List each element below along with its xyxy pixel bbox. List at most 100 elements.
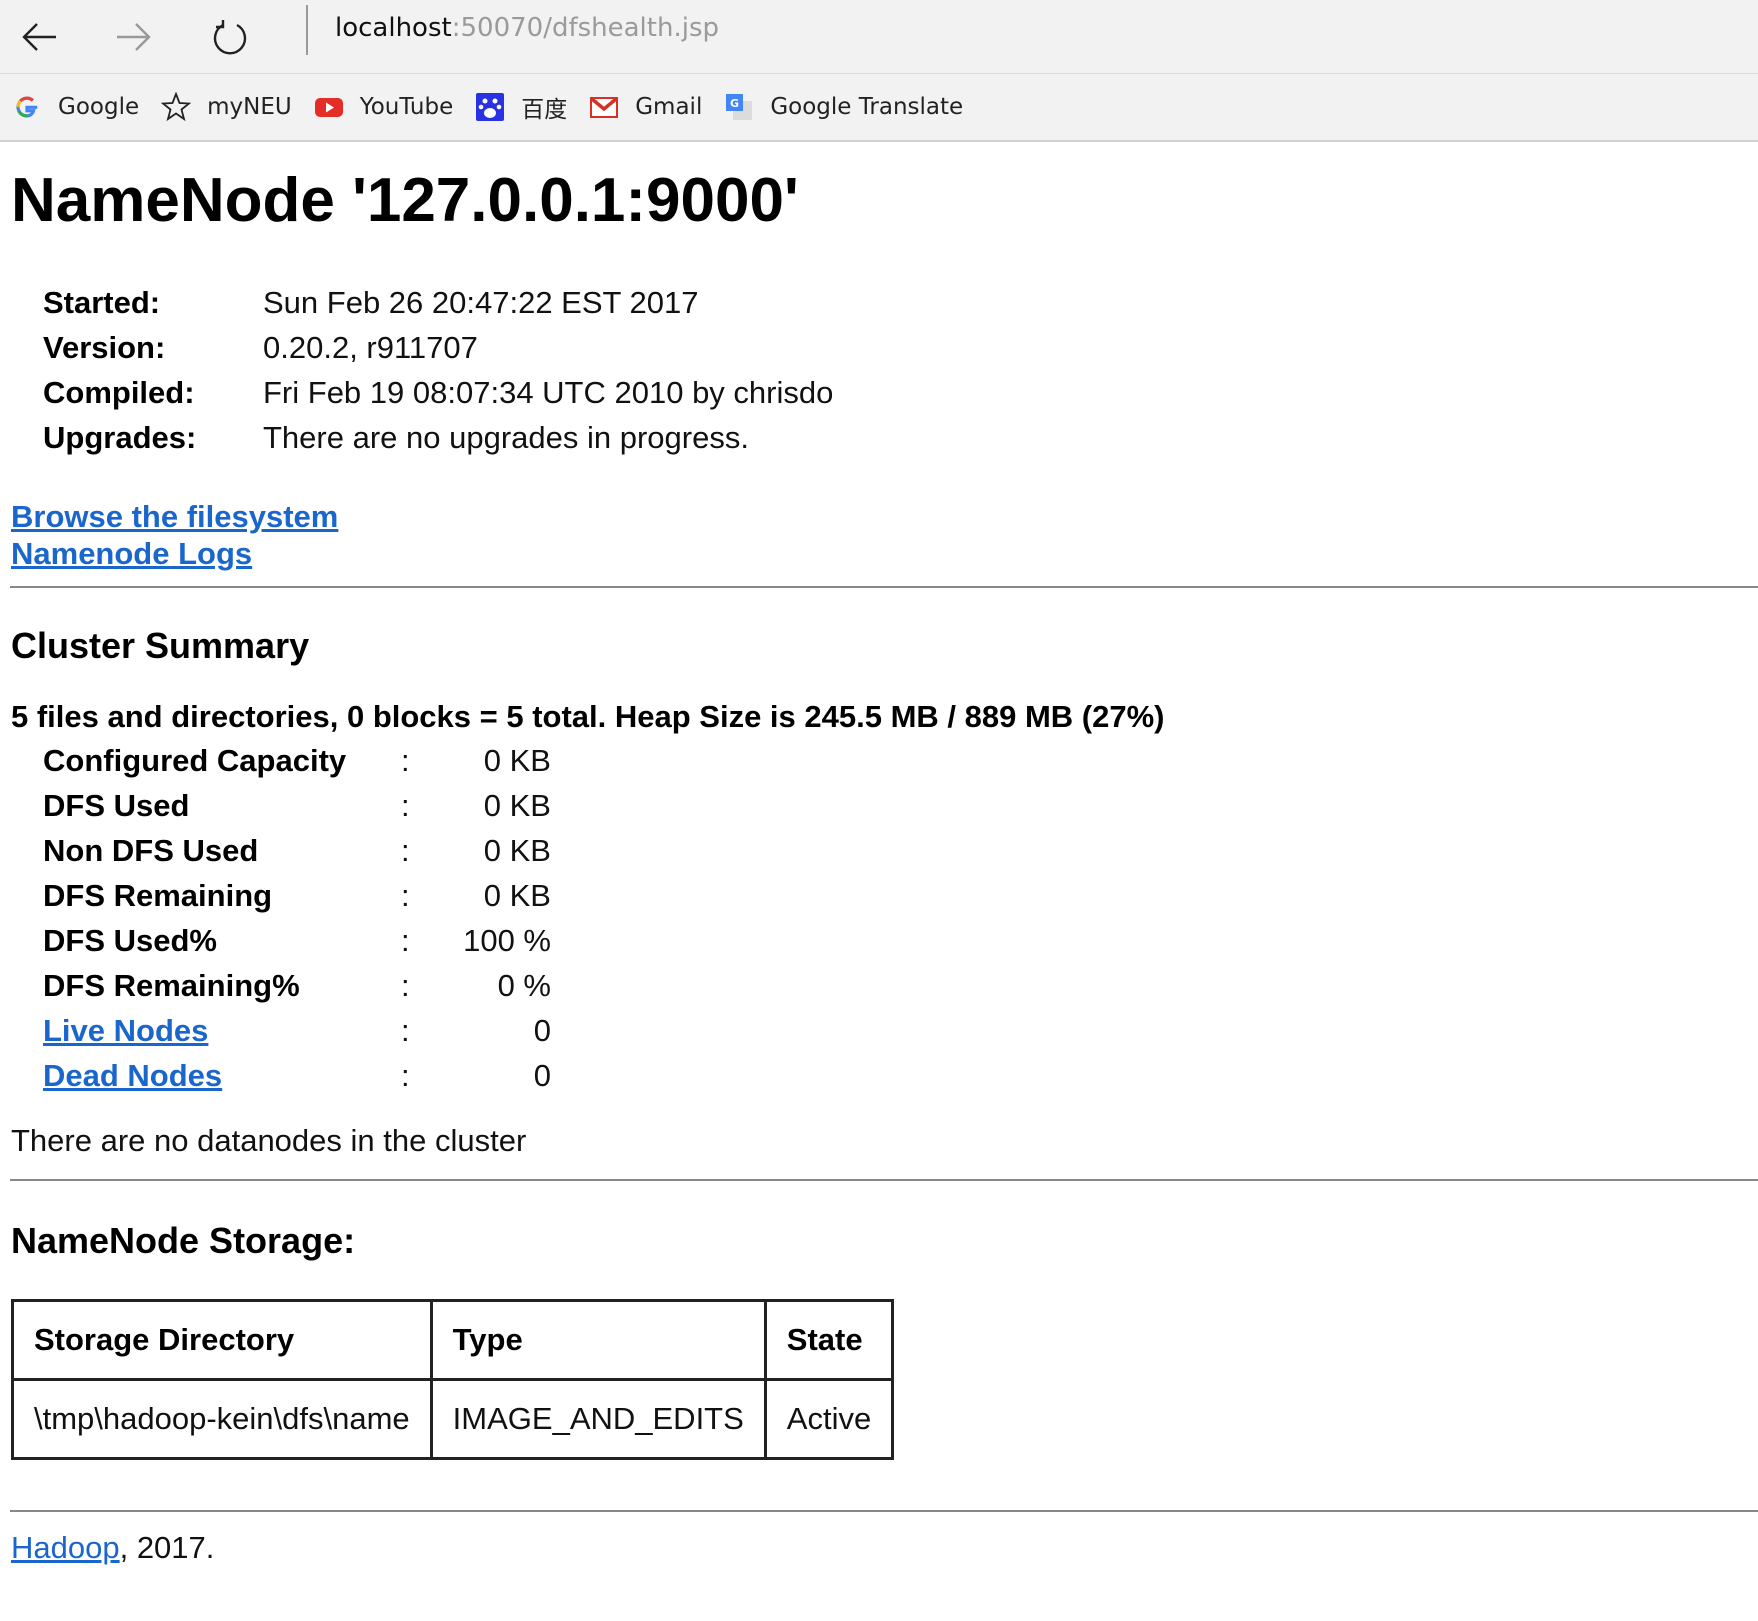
cluster-summary-line: 5 files and directories, 0 blocks = 5 to…: [11, 699, 1165, 734]
stat-value: 100 %: [463, 923, 551, 958]
live-nodes-link[interactable]: Live Nodes: [43, 1013, 208, 1048]
stat-value: 0 KB: [483, 788, 551, 823]
stat-value: 0: [533, 1013, 551, 1048]
address-bar[interactable]: localhost:50070/dfshealth.jsp: [335, 8, 1735, 48]
address-divider: [306, 5, 308, 55]
stat-key: Non DFS Used: [43, 833, 259, 868]
storage-state-cell: Active: [763, 1378, 895, 1460]
stat-key-link: Live Nodes: [43, 1008, 401, 1053]
bookmark-label: myNEU: [207, 94, 292, 120]
back-button[interactable]: [0, 0, 80, 73]
bookmarks-bar: Google myNEU YouTube 百度 Gmail G Google T…: [0, 74, 1758, 142]
dead-nodes-link[interactable]: Dead Nodes: [43, 1058, 222, 1093]
stat-value: 0 KB: [483, 833, 551, 868]
page-content: NameNode '127.0.0.1:9000' Started: Sun F…: [0, 142, 1758, 1568]
hadoop-link[interactable]: Hadoop: [11, 1530, 120, 1565]
bookmark-label: 百度: [521, 97, 568, 123]
stat-value: 0 %: [497, 968, 551, 1003]
column-header: Type: [429, 1299, 767, 1381]
baidu-icon: [475, 92, 505, 122]
stat-key: DFS Used%: [43, 923, 217, 958]
stat-key-link: Dead Nodes: [43, 1053, 401, 1098]
cluster-summary-heading: Cluster Summary: [11, 625, 310, 666]
column-header: State: [763, 1299, 895, 1381]
stat-row: Dead Nodes : 0: [43, 1053, 1758, 1098]
namenode-info: Started: Sun Feb 26 20:47:22 EST 2017 Ve…: [43, 280, 1758, 460]
stat-row: DFS Used : 0 KB: [43, 783, 1758, 828]
arrow-left-icon: [22, 22, 56, 51]
reload-button[interactable]: [190, 0, 270, 73]
stat-key: DFS Remaining%: [43, 968, 300, 1003]
stat-value: 0 KB: [483, 743, 551, 778]
bookmark-google[interactable]: Google: [12, 92, 139, 122]
no-datanodes-message: There are no datanodes in the cluster: [11, 1123, 527, 1158]
stat-separator: :: [401, 743, 410, 778]
stat-separator: :: [401, 878, 410, 913]
nav-links: Browse the filesystem Namenode Logs: [11, 498, 1758, 572]
browse-filesystem-link[interactable]: Browse the filesystem: [11, 499, 338, 534]
storage-table: Storage Directory Type State \tmp\hadoop…: [11, 1299, 895, 1460]
url-path: :50070/dfshealth.jsp: [451, 13, 719, 43]
stat-separator: :: [401, 833, 410, 868]
divider: [10, 1179, 1758, 1181]
forward-button[interactable]: [93, 0, 173, 73]
bookmark-label: YouTube: [359, 94, 454, 120]
stat-separator: :: [401, 923, 410, 958]
info-value: 0.20.2, r911707: [263, 330, 478, 365]
storage-directory-cell: \tmp\hadoop-kein\dfs\name: [11, 1378, 433, 1460]
cluster-stats: Configured Capacity : 0 KB DFS Used : 0 …: [43, 738, 1758, 1098]
reload-icon: [213, 19, 247, 54]
bookmark-gmail[interactable]: Gmail: [589, 92, 702, 122]
arrow-right-icon: [117, 22, 151, 51]
namenode-storage-heading: NameNode Storage:: [11, 1220, 356, 1261]
table-row: \tmp\hadoop-kein\dfs\name IMAGE_AND_EDIT…: [11, 1378, 895, 1460]
table-header-row: Storage Directory Type State: [11, 1299, 895, 1381]
stat-row: Live Nodes : 0: [43, 1008, 1758, 1053]
info-row: Upgrades: There are no upgrades in progr…: [43, 415, 1758, 460]
url-host: localhost: [335, 13, 452, 43]
stat-key: Configured Capacity: [43, 743, 347, 778]
bookmark-baidu[interactable]: 百度: [475, 90, 567, 124]
info-key: Version:: [43, 330, 166, 365]
info-key: Started:: [43, 285, 161, 320]
stat-row: DFS Remaining : 0 KB: [43, 873, 1758, 918]
stat-row: DFS Used% : 100 %: [43, 918, 1758, 963]
stat-key: DFS Remaining: [43, 878, 273, 913]
stat-row: DFS Remaining% : 0 %: [43, 963, 1758, 1008]
info-row: Version: 0.20.2, r911707: [43, 325, 1758, 370]
stat-row: Non DFS Used : 0 KB: [43, 828, 1758, 873]
stat-key: DFS Used: [43, 788, 190, 823]
bookmark-label: Gmail: [635, 94, 703, 120]
namenode-logs-link[interactable]: Namenode Logs: [11, 536, 252, 571]
stat-separator: :: [401, 968, 410, 1003]
youtube-icon: [314, 92, 344, 122]
bookmark-youtube[interactable]: YouTube: [314, 92, 454, 122]
stat-row: Configured Capacity : 0 KB: [43, 738, 1758, 783]
column-header: Storage Directory: [11, 1299, 433, 1381]
google-icon: [12, 92, 42, 122]
info-row: Started: Sun Feb 26 20:47:22 EST 2017: [43, 280, 1758, 325]
stat-value: 0: [533, 1058, 551, 1093]
footer: Hadoop, 2017.: [11, 1528, 1758, 1568]
info-value: Fri Feb 19 08:07:34 UTC 2010 by chrisdo: [263, 375, 834, 410]
stat-separator: :: [401, 1058, 410, 1093]
storage-type-cell: IMAGE_AND_EDITS: [429, 1378, 767, 1460]
bookmark-label: Google: [58, 94, 140, 120]
bookmark-myneu[interactable]: myNEU: [161, 92, 292, 122]
stat-value: 0 KB: [483, 878, 551, 913]
info-value: Sun Feb 26 20:47:22 EST 2017: [263, 285, 699, 320]
info-value: There are no upgrades in progress.: [263, 420, 749, 455]
gmail-icon: [589, 92, 619, 122]
divider: [10, 1510, 1758, 1512]
stat-separator: :: [401, 1013, 410, 1048]
info-row: Compiled: Fri Feb 19 08:07:34 UTC 2010 b…: [43, 370, 1758, 415]
stat-separator: :: [401, 788, 410, 823]
google-translate-icon: G: [724, 92, 754, 122]
footer-text: , 2017.: [119, 1530, 215, 1565]
bookmark-google-translate[interactable]: G Google Translate: [724, 92, 963, 122]
bookmark-label: Google Translate: [770, 94, 964, 120]
info-key: Compiled:: [43, 375, 195, 410]
divider: [10, 586, 1758, 588]
info-key: Upgrades:: [43, 420, 197, 455]
page-title: NameNode '127.0.0.1:9000': [11, 166, 799, 235]
